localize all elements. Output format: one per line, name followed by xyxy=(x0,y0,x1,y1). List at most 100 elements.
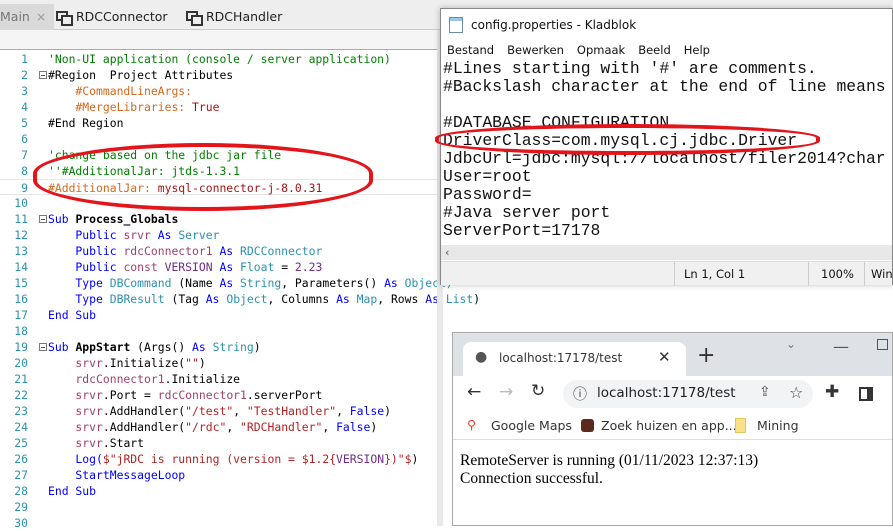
bookmark-star-icon[interactable]: ☆ xyxy=(789,383,803,402)
address-bar[interactable]: ⓘ localhost:17178/test ⇪ ☆ xyxy=(563,380,813,408)
tab-main[interactable]: Main × xyxy=(0,4,55,30)
code-line[interactable]: 15 Type DBCommand (Name As String, Param… xyxy=(0,275,452,291)
code-line[interactable]: 18 xyxy=(0,323,437,339)
code-token: , Columns xyxy=(267,292,337,306)
code-text: Public rdcConnector1 As RDCConnector xyxy=(48,243,322,259)
code-line[interactable]: 30 xyxy=(0,515,437,531)
code-line[interactable]: 5 #End Region xyxy=(0,115,437,131)
code-token: "RDCHandler" xyxy=(240,420,323,434)
tab-search-icon[interactable]: ⌄ xyxy=(786,337,796,351)
window-title: config.properties - Kladblok xyxy=(471,18,637,32)
code-token: Sub xyxy=(48,340,76,354)
code-line[interactable]: 13 Public rdcConnector1 As RDCConnector xyxy=(0,243,437,259)
code-line[interactable]: 27 StartMessageLoop xyxy=(0,467,437,483)
fold-toggle-icon[interactable] xyxy=(39,215,47,223)
extensions-icon[interactable]: ✚ xyxy=(825,382,839,402)
code-token: = xyxy=(274,260,295,274)
code-line[interactable]: 4 #MergeLibraries: True xyxy=(0,99,437,115)
code-text: StartMessageLoop xyxy=(48,467,185,483)
code-line[interactable]: 1 'Non-UI application (console / server a… xyxy=(0,51,437,67)
code-token: ) xyxy=(411,452,419,466)
browser-tab[interactable]: ● localhost:17178/test ✕ xyxy=(463,342,686,376)
code-line[interactable]: 21 rdcConnector1.Initialize xyxy=(0,371,437,387)
line-number: 28 xyxy=(14,484,28,498)
tab-rdcconnector[interactable]: RDCConnector xyxy=(48,4,176,30)
line-number: 1 xyxy=(21,52,28,66)
fold-toggle-icon[interactable] xyxy=(39,343,47,351)
tab-rdchandler[interactable]: RDCHandler xyxy=(178,4,290,30)
code-line[interactable]: 11 Sub Process_Globals xyxy=(0,211,437,227)
bookmark-mining[interactable]: Mining xyxy=(757,418,799,433)
code-line[interactable]: 23 srvr.AddHandler("/test", "TestHandler… xyxy=(0,403,437,419)
browser-window: ● localhost:17178/test ✕ + ⌄ — ← → ↻ ⓘ l… xyxy=(452,332,893,526)
code-token: As xyxy=(219,260,241,274)
code-line[interactable]: 19 Sub AppStart (Args() As String) xyxy=(0,339,437,355)
code-token: Public xyxy=(48,244,124,258)
share-icon[interactable]: ⇪ xyxy=(759,384,771,400)
code-line[interactable]: 22 srvr.Port = rdcConnector1.serverPort xyxy=(0,387,437,403)
code-token: , Parameters() xyxy=(281,276,385,290)
class-module-icon xyxy=(56,11,73,26)
bookmark-google-maps[interactable]: Google Maps xyxy=(491,418,572,433)
bookmark-zoek-huizen[interactable]: Zoek huizen en app... xyxy=(601,418,737,433)
menu-beeld[interactable]: Beeld xyxy=(638,41,671,61)
code-line[interactable]: 24 srvr.AddHandler("/rdc", "RDCHandler",… xyxy=(0,419,437,435)
horizontal-scrollbar[interactable]: ‹ xyxy=(441,245,892,260)
code-line[interactable]: 28 End Sub xyxy=(0,483,437,499)
menu-bestand[interactable]: Bestand xyxy=(447,41,494,61)
annotation-ellipse xyxy=(435,124,820,155)
code-line[interactable]: 29 xyxy=(0,499,437,515)
code-line[interactable]: 16 Type DBResult (Tag As Object, Columns… xyxy=(0,291,480,307)
code-token: (Tag xyxy=(171,292,206,306)
code-editor[interactable]: 1 'Non-UI application (console / server a… xyxy=(0,51,480,531)
zoom-level: 100% xyxy=(821,267,854,281)
code-token: .serverPort xyxy=(246,388,323,402)
code-token: .AddHandler( xyxy=(102,404,186,418)
code-line[interactable]: 14 Public const VERSION As Float = 2.23 xyxy=(0,259,437,275)
forward-icon[interactable]: → xyxy=(499,382,513,402)
code-token: RDCConnector xyxy=(240,244,323,258)
close-tab-icon[interactable]: ✕ xyxy=(658,348,671,366)
new-tab-icon[interactable]: + xyxy=(697,343,715,368)
code-token: Float xyxy=(240,260,275,274)
code-text: End Sub xyxy=(48,483,96,499)
minimize-icon[interactable]: — xyxy=(833,337,849,356)
code-line[interactable]: 3 #CommandLineArgs: xyxy=(0,83,437,99)
back-icon[interactable]: ← xyxy=(467,382,481,402)
code-text: srvr.Initialize("") xyxy=(48,355,205,371)
side-panel-icon[interactable] xyxy=(859,387,873,401)
code-line[interactable]: 17 End Sub xyxy=(0,307,437,323)
code-line[interactable]: 25 srvr.Start xyxy=(0,435,437,451)
menu-bewerken[interactable]: Bewerken xyxy=(507,41,564,61)
code-token: .Initialize( xyxy=(102,356,186,370)
line-number: 24 xyxy=(14,420,28,434)
code-token: DBResult xyxy=(109,292,172,306)
browser-tab-bar: ● localhost:17178/test ✕ + ⌄ — xyxy=(453,333,892,376)
notepad-menubar: Bestand Bewerken Opmaak Beeld Help xyxy=(441,41,892,61)
menu-opmaak[interactable]: Opmaak xyxy=(577,41,625,61)
tab-label: RDCConnector xyxy=(76,9,168,24)
reload-icon[interactable]: ↻ xyxy=(531,381,545,401)
menu-help[interactable]: Help xyxy=(684,41,710,61)
code-text: #MergeLibraries: True xyxy=(48,99,219,115)
text-line xyxy=(443,96,886,114)
code-token: , xyxy=(336,404,350,418)
code-token: As xyxy=(336,292,357,306)
scroll-left-icon[interactable]: ‹ xyxy=(445,246,449,259)
code-line[interactable]: 20 srvr.Initialize("") xyxy=(0,355,437,371)
line-number: 8 xyxy=(21,164,28,178)
code-text: Type DBResult (Tag As Object, Columns As… xyxy=(48,291,480,307)
code-line[interactable]: 12 Public srvr As Server xyxy=(0,227,437,243)
page-content: RemoteServer is running (01/11/2023 12:3… xyxy=(453,440,892,488)
code-line[interactable]: 2 #Region Project Attributes xyxy=(0,67,437,83)
code-line[interactable]: 26 Log($"jRDC is running (version = $1.2… xyxy=(0,451,437,467)
maximize-icon[interactable] xyxy=(877,339,888,350)
line-number: 3 xyxy=(21,84,28,98)
code-text: Type DBCommand (Name As String, Paramete… xyxy=(48,275,452,291)
fold-toggle-icon[interactable] xyxy=(39,71,47,79)
close-icon[interactable]: × xyxy=(36,5,46,29)
code-token: End Sub xyxy=(48,308,97,322)
line-number: 11 xyxy=(14,212,28,226)
class-module-icon xyxy=(186,11,203,26)
line-number: 25 xyxy=(14,436,28,450)
